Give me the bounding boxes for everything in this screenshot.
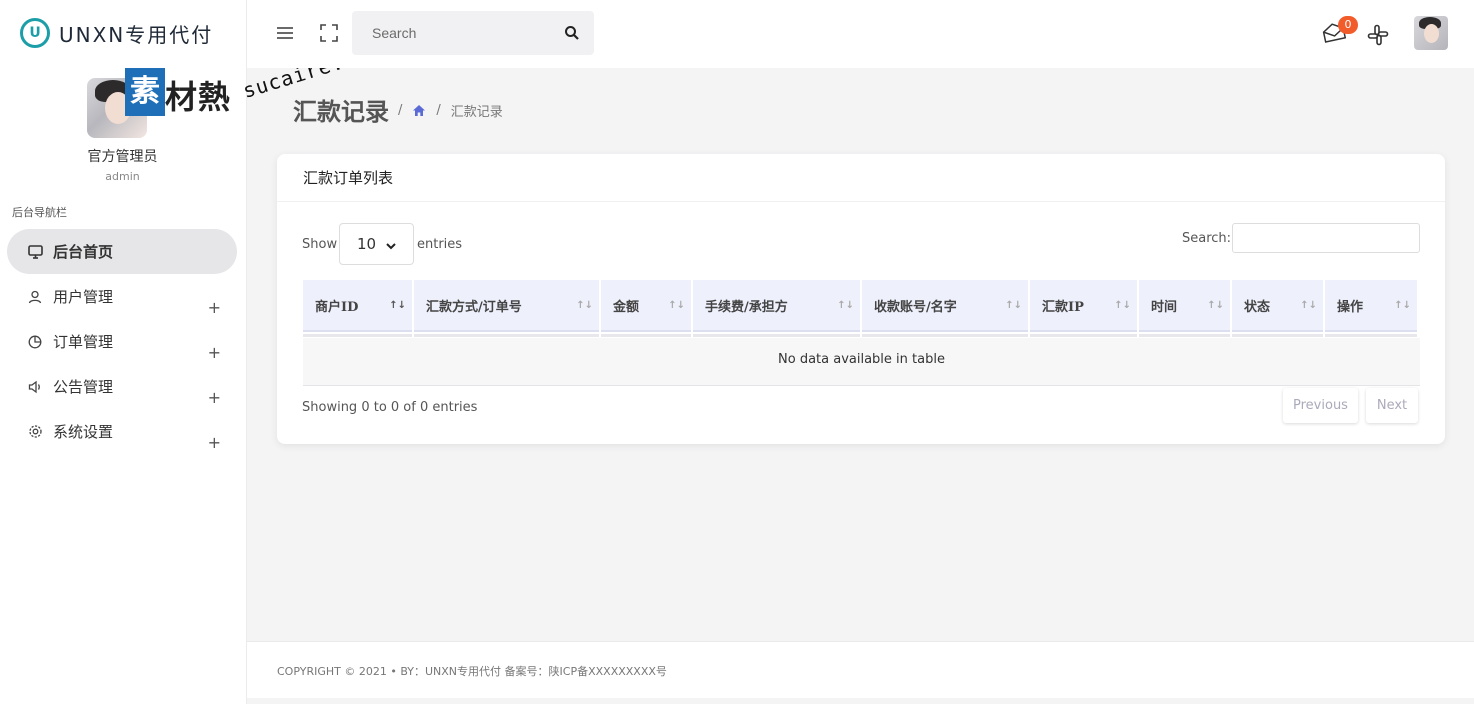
brand[interactable]: U UNXN专用代付 [20, 18, 213, 48]
sidebar-item-notices[interactable]: 公告管理 + [7, 364, 237, 409]
column-header-merchant-id[interactable]: 商户ID ↑↓ [303, 280, 412, 332]
breadcrumb-separator: / [436, 103, 441, 118]
user-avatar[interactable] [1414, 16, 1448, 50]
length-entries-label: entries [417, 237, 463, 252]
sidebar-item-orders[interactable]: 订单管理 + [7, 319, 237, 364]
gear-icon [27, 424, 43, 440]
brand-logo-icon: U [20, 18, 50, 48]
brand-name: UNXN专用代付 [59, 22, 214, 47]
sort-icon: ↑↓ [1005, 300, 1022, 311]
table-empty-row: No data available in table [303, 338, 1420, 386]
page-title: 汇款记录 [293, 97, 389, 126]
breadcrumb-separator: / [398, 103, 403, 118]
table-info: Showing 0 to 0 of 0 entries [302, 400, 478, 415]
hamburger-menu-icon[interactable] [275, 24, 295, 42]
chevron-down-icon [385, 238, 397, 250]
expand-plus-icon[interactable]: + [208, 388, 221, 407]
breadcrumb: / / 汇款记录 [398, 101, 503, 120]
speaker-icon [27, 379, 43, 395]
sort-icon: ↑↓ [389, 300, 406, 311]
profile-name: 官方管理员 [87, 149, 158, 165]
table-header: 商户ID ↑↓ 汇款方式/订单号 ↑↓ 金额 ↑↓ 手续费/承担方 ↑↓ 收款账… [303, 280, 1420, 332]
expand-plus-icon[interactable]: + [208, 298, 221, 317]
column-header-method-order[interactable]: 汇款方式/订单号 ↑↓ [414, 280, 599, 332]
table-search-input[interactable] [1232, 223, 1420, 253]
table-search-label: Search: [1182, 231, 1232, 246]
column-label: 收款账号/名字 [874, 300, 957, 315]
fullscreen-icon[interactable] [320, 24, 338, 42]
monitor-icon [27, 244, 43, 260]
home-icon[interactable] [412, 104, 426, 118]
sort-icon: ↑↓ [837, 300, 854, 311]
column-header-fee[interactable]: 手续费/承担方 ↑↓ [693, 280, 860, 332]
avatar-face [1424, 24, 1439, 43]
pie-chart-icon [27, 334, 43, 350]
column-header-status[interactable]: 状态 ↑↓ [1232, 280, 1323, 332]
user-icon [27, 289, 43, 305]
sort-icon: ↑↓ [1394, 300, 1411, 311]
sidebar: U UNXN专用代付 素 材熱 官方管理员 admin 后台导航栏 后台首页 用… [0, 0, 247, 704]
watermark-text: 材熱 [165, 78, 232, 116]
column-header-actions[interactable]: 操作 ↑↓ [1325, 280, 1417, 332]
sidebar-item-label: 公告管理 [53, 378, 114, 396]
pagination-previous-button[interactable]: Previous [1283, 388, 1358, 423]
profile-role: admin [105, 170, 140, 183]
column-label: 手续费/承担方 [705, 300, 788, 315]
watermark-box: 素 [125, 68, 165, 116]
column-header-account[interactable]: 收款账号/名字 ↑↓ [862, 280, 1028, 332]
sidebar-item-label: 系统设置 [53, 423, 114, 441]
nav-section-title: 后台导航栏 [12, 206, 67, 219]
breadcrumb-current: 汇款记录 [450, 105, 503, 120]
sidebar-item-label: 订单管理 [53, 333, 114, 351]
footer: COPYRIGHT © 2021 • BY：UNXN专用代付 备案号：陕ICP备… [247, 641, 1474, 698]
sort-icon: ↑↓ [576, 300, 593, 311]
sidebar-item-home[interactable]: 后台首页 [7, 229, 237, 274]
expand-plus-icon[interactable]: + [208, 433, 221, 452]
sidebar-nav: 后台首页 用户管理 + 订单管理 + 公告管理 + 系统设置 + [7, 229, 237, 454]
pagination-next-button[interactable]: Next [1366, 388, 1418, 423]
topbar: 0 [247, 0, 1474, 68]
sort-icon: ↑↓ [1300, 300, 1317, 311]
column-label: 时间 [1151, 300, 1178, 315]
search-input[interactable] [352, 11, 552, 55]
watermark-logo: 素 材熱 [125, 66, 245, 128]
column-header-ip[interactable]: 汇款IP ↑↓ [1030, 280, 1137, 332]
sort-icon: ↑↓ [1114, 300, 1131, 311]
page-length-select[interactable]: 10 [339, 223, 414, 265]
column-header-time[interactable]: 时间 ↑↓ [1139, 280, 1230, 332]
column-label: 汇款方式/订单号 [426, 300, 522, 315]
expand-plus-icon[interactable]: + [208, 343, 221, 362]
remittance-table-card: 汇款订单列表 Show 10 entries Search: 商户ID ↑↓ 汇… [277, 154, 1445, 444]
column-label: 操作 [1337, 300, 1364, 315]
column-label: 汇款IP [1042, 300, 1084, 315]
notification-badge: 0 [1338, 16, 1358, 34]
sidebar-item-settings[interactable]: 系统设置 + [7, 409, 237, 454]
column-label: 商户ID [315, 300, 359, 315]
sort-icon: ↑↓ [668, 300, 685, 311]
slack-apps-icon[interactable] [1367, 24, 1389, 46]
search-box [352, 11, 594, 55]
sidebar-item-users[interactable]: 用户管理 + [7, 274, 237, 319]
sidebar-item-label: 后台首页 [53, 243, 114, 261]
page-length-value: 10 [357, 235, 377, 253]
column-label: 状态 [1244, 300, 1271, 315]
length-show-label: Show [302, 237, 338, 252]
column-label: 金额 [613, 300, 640, 315]
search-icon[interactable] [564, 25, 580, 41]
sort-icon: ↑↓ [1207, 300, 1224, 311]
column-header-amount[interactable]: 金额 ↑↓ [601, 280, 691, 332]
sidebar-item-label: 用户管理 [53, 288, 114, 306]
card-title: 汇款订单列表 [277, 154, 1445, 202]
